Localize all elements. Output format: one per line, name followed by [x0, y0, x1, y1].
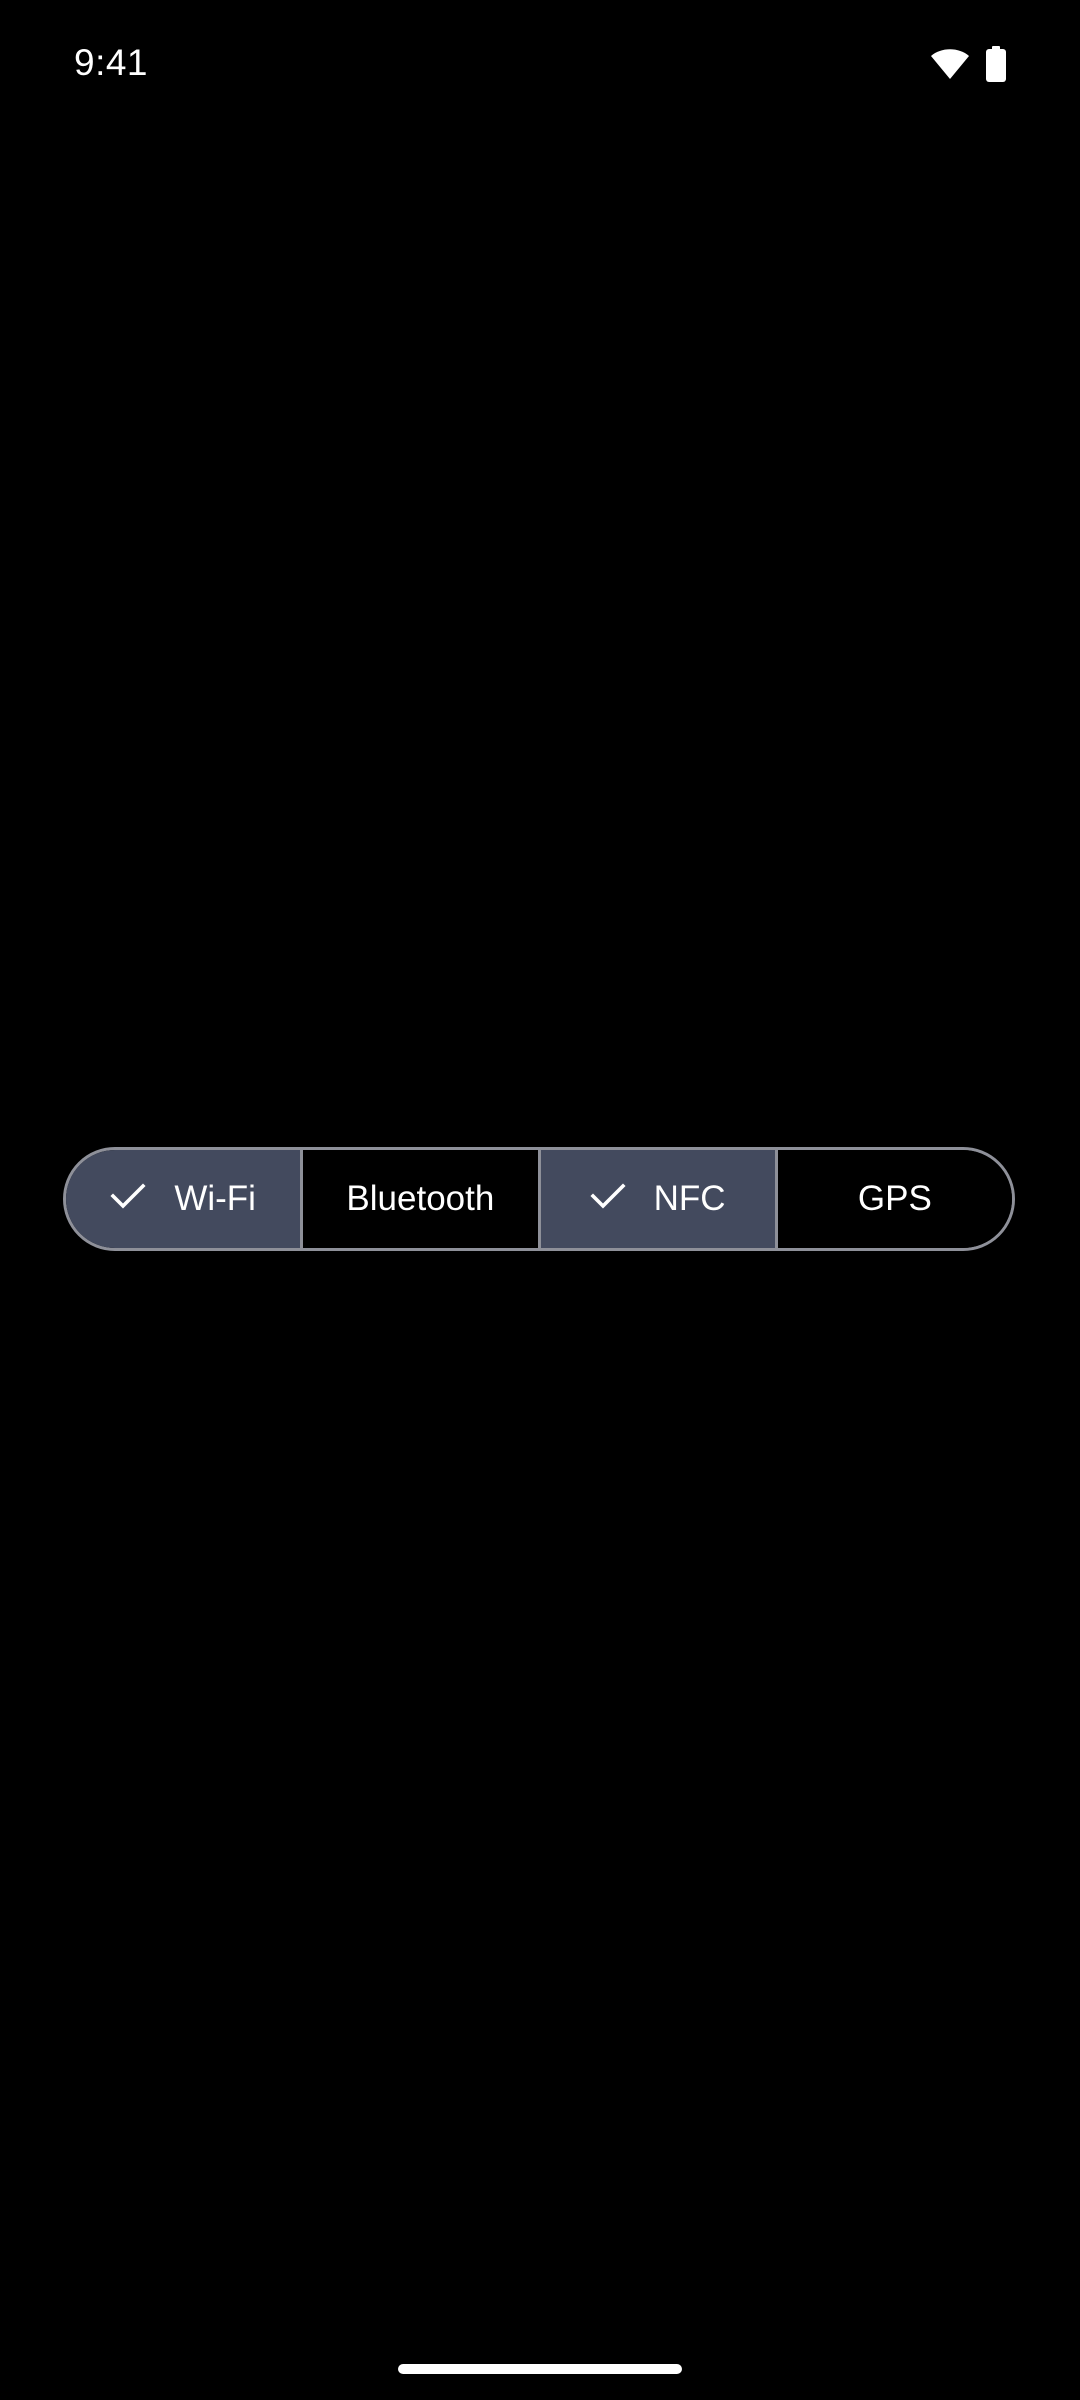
segment-nfc[interactable]: NFC	[537, 1150, 775, 1248]
home-indicator[interactable]	[398, 2364, 682, 2374]
segment-label: Bluetooth	[346, 1179, 495, 1218]
check-icon	[110, 1179, 146, 1219]
check-icon	[590, 1179, 626, 1219]
status-bar: 9:41	[0, 0, 1080, 130]
wifi-icon	[930, 48, 970, 80]
segment-gps[interactable]: GPS	[774, 1150, 1012, 1248]
segment-label: NFC	[653, 1179, 726, 1218]
segment-label: GPS	[857, 1179, 932, 1218]
segment-bluetooth[interactable]: Bluetooth	[300, 1150, 538, 1248]
battery-icon	[986, 46, 1006, 82]
status-icons	[930, 46, 1006, 82]
connectivity-segmented-button: Wi-Fi Bluetooth NFC GPS	[63, 1147, 1015, 1251]
status-time: 9:41	[74, 42, 149, 83]
segment-label: Wi-Fi	[174, 1179, 256, 1218]
segment-wifi[interactable]: Wi-Fi	[66, 1150, 301, 1248]
